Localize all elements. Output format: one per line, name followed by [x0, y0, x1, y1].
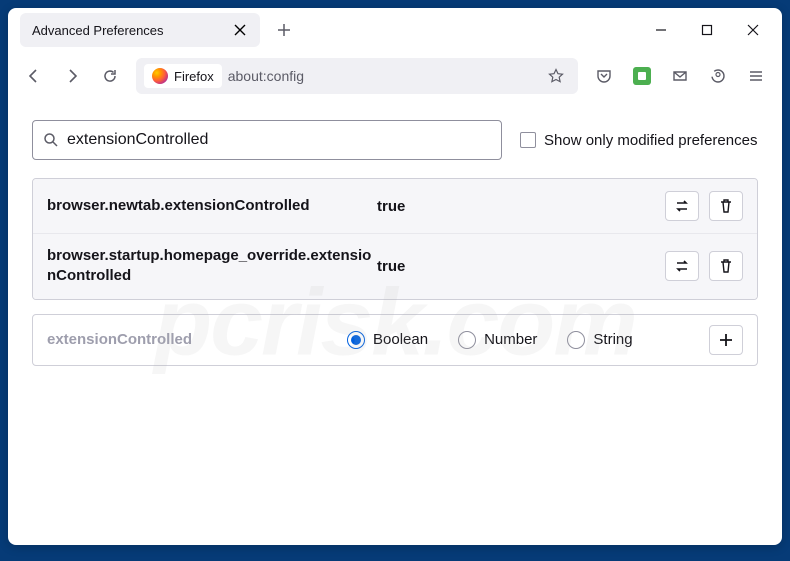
pref-value: true	[377, 258, 665, 275]
pref-name: browser.newtab.extensionControlled	[47, 196, 377, 216]
checkbox-label: Show only modified preferences	[544, 132, 757, 149]
url-text: about:config	[228, 68, 542, 84]
radio-label: Number	[484, 331, 537, 348]
delete-button[interactable]	[709, 191, 743, 221]
url-bar[interactable]: Firefox about:config	[136, 58, 578, 94]
add-button[interactable]	[709, 325, 743, 355]
checkbox-icon[interactable]	[520, 132, 536, 148]
pref-value: true	[377, 198, 665, 215]
new-pref-name: extensionControlled	[47, 331, 347, 348]
show-modified-checkbox[interactable]: Show only modified preferences	[520, 132, 757, 149]
toggle-button[interactable]	[665, 251, 699, 281]
plus-icon	[718, 332, 734, 348]
bookmark-star-icon[interactable]	[542, 62, 570, 90]
search-input[interactable]	[67, 131, 491, 149]
minimize-button[interactable]	[638, 14, 684, 46]
pref-row: browser.startup.homepage_override.extens…	[33, 233, 757, 299]
trash-icon	[718, 258, 734, 274]
browser-tab[interactable]: Advanced Preferences	[20, 13, 260, 47]
radio-number[interactable]: Number	[458, 331, 537, 349]
arrows-icon	[674, 198, 690, 214]
radio-label: Boolean	[373, 331, 428, 348]
radio-string[interactable]: String	[567, 331, 632, 349]
tab-title: Advanced Preferences	[32, 23, 232, 38]
identity-box[interactable]: Firefox	[144, 64, 222, 88]
preferences-table: browser.newtab.extensionControlled true …	[32, 178, 758, 300]
radio-icon[interactable]	[567, 331, 585, 349]
arrows-icon	[674, 258, 690, 274]
radio-label: String	[593, 331, 632, 348]
new-preference-row: extensionControlled Boolean Number Strin…	[32, 314, 758, 366]
search-box[interactable]	[32, 120, 502, 160]
navigation-toolbar: Firefox about:config	[8, 52, 782, 100]
firefox-icon	[152, 68, 168, 84]
maximize-button[interactable]	[684, 14, 730, 46]
back-button[interactable]	[16, 58, 52, 94]
radio-icon[interactable]	[458, 331, 476, 349]
close-window-button[interactable]	[730, 14, 776, 46]
search-icon	[43, 132, 59, 148]
radio-boolean[interactable]: Boolean	[347, 331, 428, 349]
pref-row: browser.newtab.extensionControlled true	[33, 179, 757, 233]
close-tab-icon[interactable]	[232, 22, 248, 38]
identity-label: Firefox	[174, 69, 214, 84]
delete-button[interactable]	[709, 251, 743, 281]
menu-icon[interactable]	[738, 58, 774, 94]
pocket-icon[interactable]	[586, 58, 622, 94]
extension-icon[interactable]	[624, 58, 660, 94]
new-tab-button[interactable]	[268, 14, 300, 46]
type-radio-group: Boolean Number String	[347, 331, 709, 349]
pref-name: browser.startup.homepage_override.extens…	[47, 246, 377, 287]
reload-button[interactable]	[92, 58, 128, 94]
trash-icon	[718, 198, 734, 214]
forward-button[interactable]	[54, 58, 90, 94]
radio-icon[interactable]	[347, 331, 365, 349]
toggle-button[interactable]	[665, 191, 699, 221]
about-config-content: pcrisk.com Show only modified preference…	[8, 100, 782, 545]
account-icon[interactable]	[700, 58, 736, 94]
titlebar: Advanced Preferences	[8, 8, 782, 52]
inbox-icon[interactable]	[662, 58, 698, 94]
